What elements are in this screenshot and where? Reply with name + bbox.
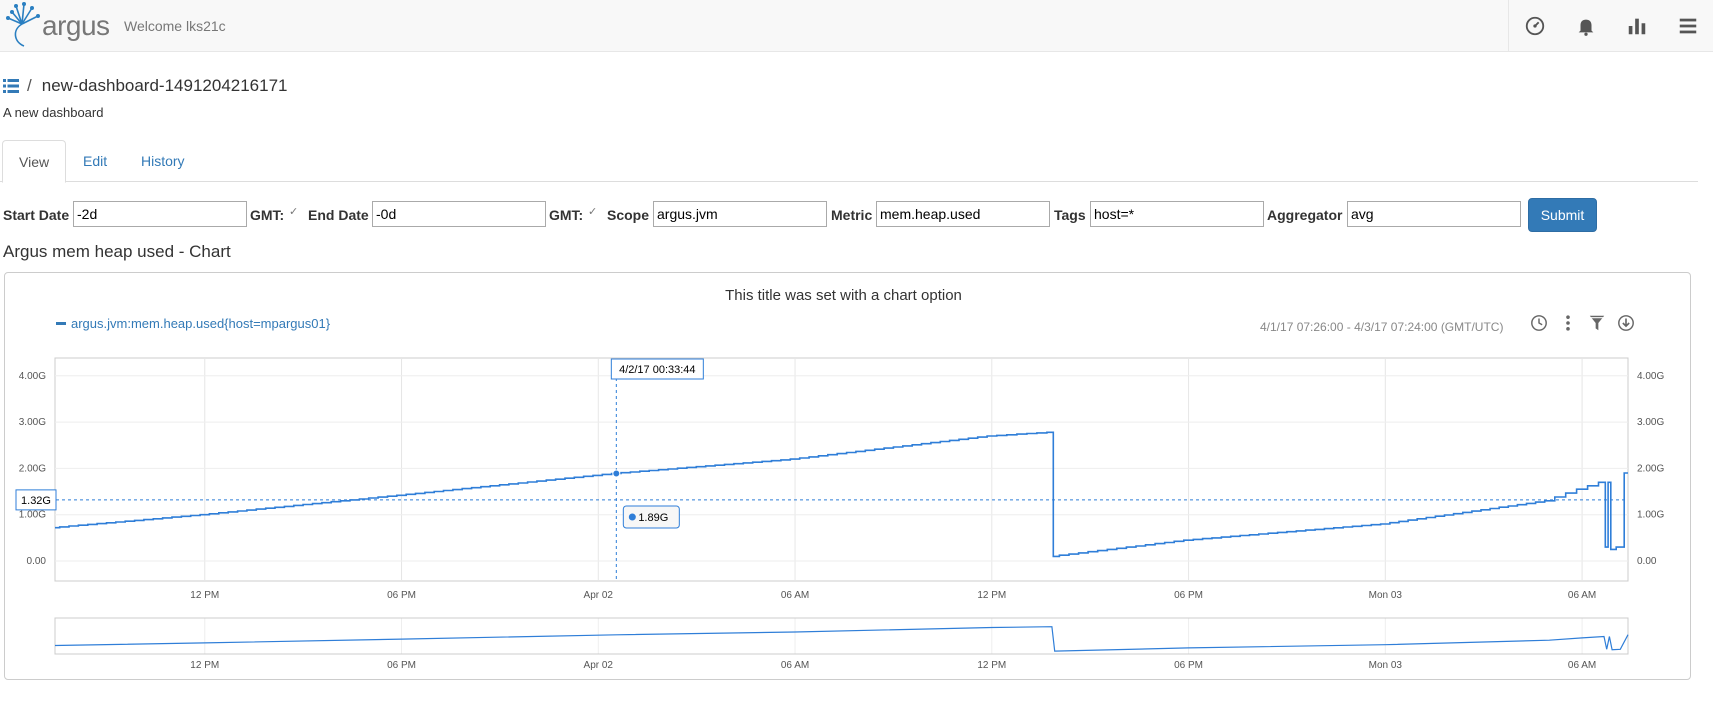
navigator-frame	[54, 617, 1629, 655]
navigator-series-line	[54, 626, 1629, 652]
x-tick-label: 06 AM	[781, 590, 809, 601]
y-tick-label-right: 0.00	[1637, 556, 1657, 567]
x-tick-label: 06 AM	[1568, 590, 1596, 601]
crosshair-value-label: 1.32G	[21, 495, 51, 507]
navigator-x-tick-label: Apr 02	[584, 660, 614, 671]
navigator-x-tick-label: 12 PM	[977, 660, 1006, 671]
hover-time-label: 4/2/17 00:33:44	[619, 364, 695, 376]
navigator-x-tick-label: 12 PM	[190, 660, 219, 671]
y-tick-label-right: 2.00G	[1637, 463, 1664, 474]
plot-area	[54, 357, 1629, 582]
x-tick-label: 12 PM	[190, 590, 219, 601]
hover-point	[612, 469, 621, 478]
y-tick-label-left: 3.00G	[19, 417, 46, 428]
navigator-x-tick-label: 06 AM	[1568, 660, 1596, 671]
x-tick-label: 06 PM	[1174, 590, 1203, 601]
x-tick-label: 12 PM	[977, 590, 1006, 601]
x-tick-label: Mon 03	[1369, 590, 1403, 601]
navigator-x-tick-label: 06 PM	[387, 660, 416, 671]
hover-value-dot	[628, 513, 636, 521]
line-chart[interactable]: 12 PM 12 PM 06 PM 06 PM Apr 02 Apr 02 06 AM 06 …	[0, 0, 1713, 701]
y-tick-label-left: 4.00G	[19, 371, 46, 382]
y-tick-label-right: 4.00G	[1637, 371, 1664, 382]
y-tick-label-right: 3.00G	[1637, 417, 1664, 428]
navigator-x-tick-label: Mon 03	[1369, 660, 1403, 671]
x-tick-label: 06 PM	[387, 590, 416, 601]
y-tick-label-left: 2.00G	[19, 463, 46, 474]
y-tick-label-left: 0.00	[27, 556, 47, 567]
hover-value-label: 1.89G	[638, 512, 668, 524]
navigator-x-tick-label: 06 AM	[781, 660, 809, 671]
x-tick-label: Apr 02	[584, 590, 614, 601]
y-tick-label-right: 1.00G	[1637, 510, 1664, 521]
y-tick-label-left: 1.00G	[19, 510, 46, 521]
navigator-x-tick-label: 06 PM	[1174, 660, 1203, 671]
